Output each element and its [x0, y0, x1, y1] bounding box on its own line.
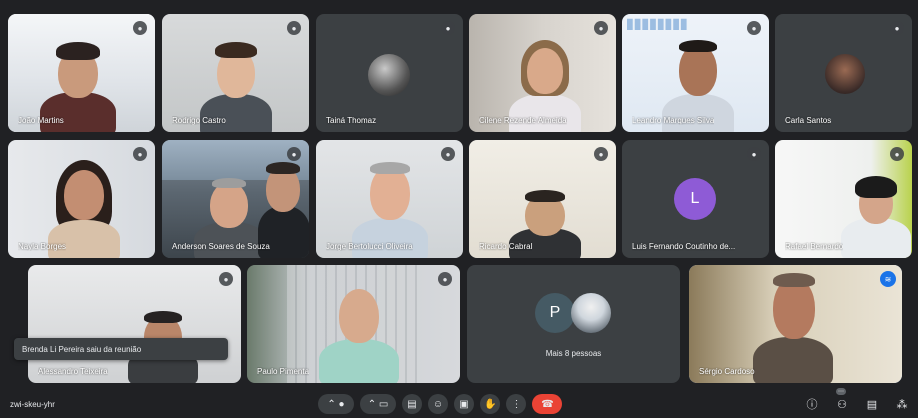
meeting-control-bar: zwi-skeu-yhr ⌃ ● ⌃ ▭ ▤ ☺ ▣ ✋ ⋮ ☎ ⓘ ⋯ ⚇ ▤ …	[0, 388, 918, 418]
speaking-indicator-icon: ≋	[880, 271, 896, 287]
participant-name: Tainá Thomaz	[326, 116, 377, 125]
more-participants-tile[interactable]: P Mais 8 pessoas	[467, 265, 680, 383]
end-call-button[interactable]: ☎	[532, 394, 563, 414]
participant-tile[interactable]: ● Nayla Borges	[8, 140, 155, 258]
video-grid: ● João Martins ● Rodrigo Castro ● Tainá …	[0, 0, 918, 390]
mic-icon: ●	[287, 147, 301, 161]
emoji-button[interactable]: ☺	[428, 394, 448, 414]
participant-name: Luis Fernando Coutinho de...	[632, 242, 736, 251]
participant-tile[interactable]: ● Carla Santos	[775, 14, 912, 132]
participant-name: Anderson Soares de Souza	[172, 242, 270, 251]
participant-tile[interactable]: ▮▮▮▮▮▮▮▮ ● Leandro Marques Silva	[622, 14, 769, 132]
mic-icon: ●	[594, 147, 608, 161]
chat-icon: ▤	[866, 398, 878, 411]
participant-name: Jorge Bertolucci Oliveira	[326, 242, 413, 251]
present-button[interactable]: ▣	[454, 394, 474, 414]
microphone-button[interactable]: ⌃ ●	[318, 394, 354, 414]
participant-name: Leandro Marques Silva	[632, 116, 715, 125]
participant-tile[interactable]: ● Paulo Pimenta	[247, 265, 460, 383]
mic-icon: ●	[133, 147, 147, 161]
camera-icon: ⌃ ▭	[367, 398, 389, 410]
avatar: P	[535, 293, 575, 333]
participant-tile[interactable]: ● Rafael Bernardo	[775, 140, 912, 258]
participant-name: Nayla Borges	[18, 242, 67, 251]
hand-icon: ✋	[484, 398, 497, 410]
avatar	[368, 54, 410, 96]
participant-tile[interactable]: ● Cilene Rezende Almeida	[469, 14, 616, 132]
mic-icon: ●	[890, 21, 904, 35]
mic-icon: ●	[441, 147, 455, 161]
participant-name: Rafael Bernardo	[785, 242, 844, 251]
mic-icon: ●	[890, 147, 904, 161]
emoji-icon: ☺	[432, 398, 444, 410]
participant-name: Cilene Rezende Almeida	[479, 116, 567, 125]
mic-icon: ●	[438, 272, 452, 286]
notification-toast: Brenda Li Pereira saiu da reunião	[14, 338, 228, 360]
participant-tile[interactable]: ● Rodrigo Castro	[162, 14, 309, 132]
meeting-code: zwi-skeu-yhr	[10, 400, 55, 409]
more-options-button[interactable]: ⋮	[506, 394, 527, 414]
participant-tile[interactable]: ≋ Sérgio Cardoso	[689, 265, 902, 383]
activities-button[interactable]: ⁂	[892, 394, 912, 414]
mic-icon: ●	[219, 272, 233, 286]
participant-tile[interactable]: ● Tainá Thomaz	[316, 14, 463, 132]
mic-icon: ●	[747, 21, 761, 35]
right-controls: ⓘ ⋯ ⚇ ▤ ⁂	[802, 388, 912, 414]
participant-figure	[753, 271, 833, 383]
mic-icon: ●	[133, 21, 147, 35]
participant-name: Sérgio Cardoso	[699, 367, 755, 376]
participant-name: João Martins	[18, 116, 64, 125]
avatar	[825, 54, 865, 94]
mic-icon: ●	[441, 21, 455, 35]
camera-button[interactable]: ⌃ ▭	[360, 394, 396, 414]
mic-icon: ●	[594, 21, 608, 35]
participant-tile[interactable]: ● Ricardo Cabral	[469, 140, 616, 258]
more-participants-label: Mais 8 pessoas	[545, 349, 602, 358]
people-button[interactable]: ⋯ ⚇	[832, 388, 852, 414]
participant-tile[interactable]: ● Anderson Soares de Souza	[162, 140, 309, 258]
participant-name: Ricardo Cabral	[479, 242, 533, 251]
raise-hand-button[interactable]: ✋	[480, 394, 501, 414]
participant-name: Rodrigo Castro	[172, 116, 226, 125]
info-icon: ⓘ	[806, 399, 818, 411]
more-icon: ⋮	[511, 398, 522, 410]
avatar: L	[674, 178, 716, 220]
mic-icon: ●	[287, 21, 301, 35]
chat-button[interactable]: ▤	[862, 394, 882, 414]
participant-tile[interactable]: L ● Luis Fernando Coutinho de...	[622, 140, 769, 258]
avatar	[571, 293, 611, 333]
captions-icon: ▤	[407, 398, 417, 410]
activities-icon: ⁂	[896, 398, 908, 411]
people-icon: ⚇	[837, 398, 847, 411]
captions-button[interactable]: ▤	[402, 394, 422, 414]
participant-tile[interactable]: ● João Martins	[8, 14, 155, 132]
center-controls: ⌃ ● ⌃ ▭ ▤ ☺ ▣ ✋ ⋮ ☎	[318, 394, 563, 414]
info-button[interactable]: ⓘ	[802, 394, 822, 414]
microphone-icon: ⌃ ●	[327, 398, 345, 410]
mic-icon: ●	[747, 147, 761, 161]
present-icon: ▣	[459, 398, 469, 410]
people-count-badge: ⋯	[836, 388, 846, 395]
participant-tile[interactable]: ● Alessandro Teixeira	[28, 265, 241, 383]
participant-figure	[841, 174, 911, 258]
participant-name: Alessandro Teixeira	[38, 367, 108, 376]
participant-name: Carla Santos	[785, 116, 832, 125]
end-call-icon: ☎	[541, 398, 554, 410]
participant-figure	[319, 281, 399, 383]
participant-name: Paulo Pimenta	[257, 367, 310, 376]
participant-tile[interactable]: ● Jorge Bertolucci Oliveira	[316, 140, 463, 258]
